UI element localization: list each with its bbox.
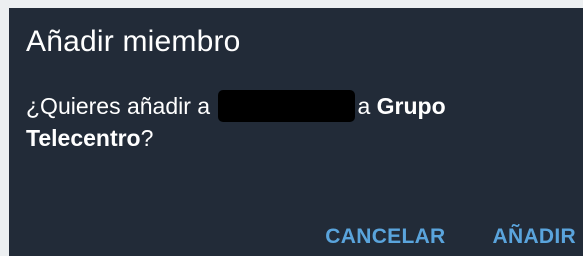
message-suffix: ?: [140, 125, 154, 151]
add-button[interactable]: AÑADIR: [493, 225, 576, 249]
message-middle: a: [357, 93, 371, 119]
add-member-dialog: Añadir miembro ¿Quieres añadir a a Grupo…: [9, 8, 583, 256]
cancel-button[interactable]: CANCELAR: [325, 225, 445, 249]
message-prefix: ¿Quieres añadir a: [26, 93, 211, 119]
redacted-contact-name: [218, 90, 356, 122]
dialog-message: ¿Quieres añadir a a Grupo Telecentro?: [26, 90, 546, 154]
dialog-title: Añadir miembro: [26, 25, 241, 58]
dialog-actions: CANCELAR AÑADIR: [325, 225, 576, 249]
